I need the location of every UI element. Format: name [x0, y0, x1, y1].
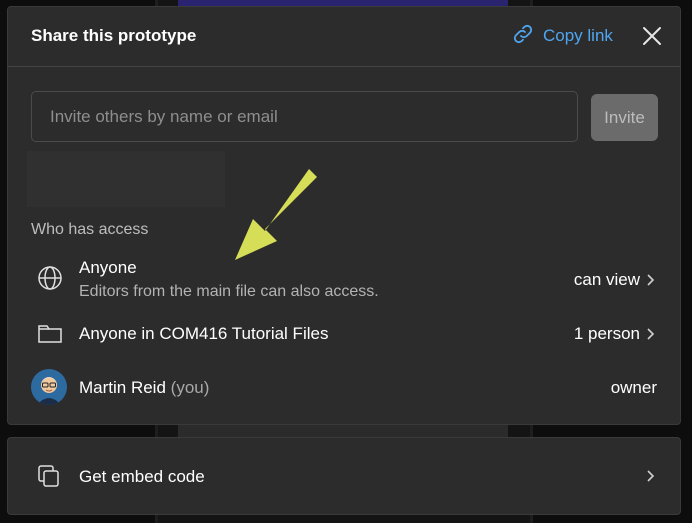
close-icon — [643, 27, 661, 45]
redacted-block — [27, 151, 225, 207]
chevron-right-icon — [647, 274, 655, 286]
owner-permission: owner — [610, 378, 657, 397]
link-icon — [511, 22, 535, 51]
chevron-right-icon — [647, 328, 655, 340]
folder-icon — [38, 325, 62, 343]
share-dialog-header: Share this prototype Copy link — [8, 7, 680, 67]
permission-dropdown[interactable]: can view — [574, 270, 640, 290]
globe-icon — [38, 266, 62, 290]
invite-button[interactable]: Invite — [591, 94, 658, 141]
share-dialog: Share this prototype Copy link Invite Wh… — [7, 6, 681, 425]
permission-dropdown[interactable]: 1 person — [574, 324, 640, 344]
get-embed-code-row[interactable]: Get embed code — [7, 437, 681, 515]
access-row-team[interactable]: Anyone in COM416 Tutorial Files 1 person — [8, 315, 680, 351]
access-row-owner: Martin Reid (you) owner — [8, 367, 680, 407]
access-row-subtitle: Editors from the main file can also acce… — [79, 283, 379, 300]
access-row-name: Anyone in COM416 Tutorial Files — [79, 324, 329, 343]
access-section-label: Who has access — [31, 221, 149, 238]
embed-label: Get embed code — [79, 467, 205, 486]
you-label: (you) — [170, 378, 210, 397]
chevron-right-icon — [647, 470, 655, 482]
owner-name-line: Martin Reid (you) — [79, 378, 209, 398]
copy-link-label: Copy link — [543, 26, 613, 45]
access-row-name: Anyone — [79, 258, 137, 277]
dialog-title: Share this prototype — [31, 26, 197, 45]
annotation-arrow-icon — [235, 169, 317, 260]
background-divider-strip — [178, 424, 508, 438]
owner-name: Martin Reid — [79, 378, 166, 397]
access-row-anyone[interactable]: Anyone Editors from the main file can al… — [8, 251, 680, 307]
close-button[interactable] — [640, 24, 664, 48]
copy-link-button[interactable]: Copy link — [511, 23, 613, 49]
invite-input[interactable] — [31, 91, 578, 142]
avatar — [31, 369, 67, 405]
copy-embed-icon — [38, 465, 59, 487]
